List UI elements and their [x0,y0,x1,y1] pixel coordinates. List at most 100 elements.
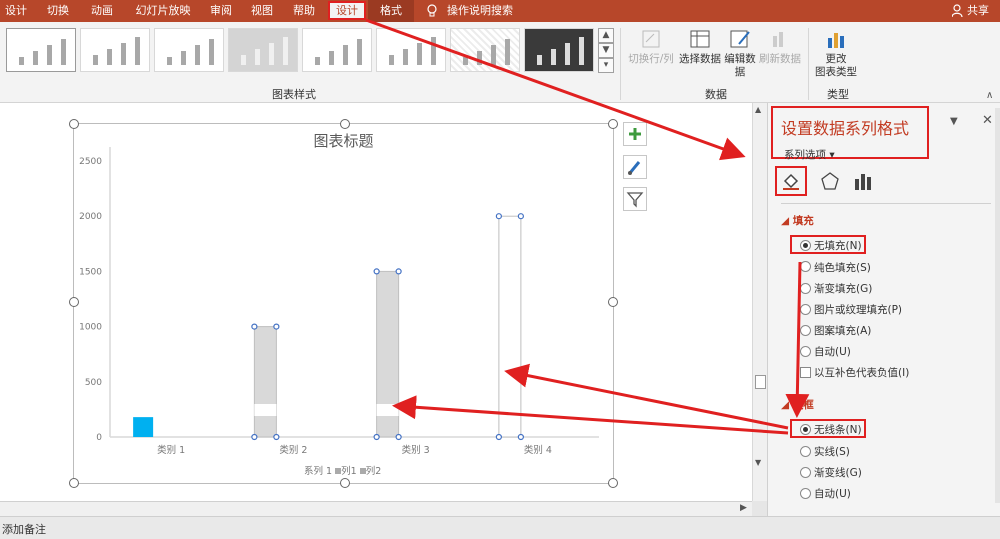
picture-fill-label: 图片或纹理填充(P) [814,304,903,316]
bar-gap-band [254,404,277,416]
tell-me-search[interactable]: 操作说明搜索 [447,0,513,22]
vertical-scrollbar[interactable]: ▲ ▼ [752,103,767,501]
close-icon[interactable]: ✕ [982,113,993,128]
resize-handle[interactable] [608,478,618,488]
gallery-up-icon[interactable]: ▲ [598,28,614,43]
tab-view[interactable]: 视图 [245,0,279,22]
y-tick-label: 1000 [79,323,102,333]
filter-icon [626,192,644,208]
solid-line-radio[interactable] [800,446,811,457]
share-button[interactable]: 共享 [967,0,989,22]
gradient-line-radio[interactable] [800,467,811,478]
scroll-right-icon[interactable]: ▶ [740,503,747,513]
user-icon [951,4,964,20]
gradient-fill-label: 渐变填充(G) [814,283,873,295]
tab-slideshow[interactable]: 幻灯片放映 [128,0,198,22]
effects-icon[interactable] [820,171,840,194]
data-group-label: 数据 [705,88,727,101]
chart-style-1[interactable] [6,28,76,72]
switch-row-col-button[interactable]: 切换行/列 [627,28,675,66]
scroll-thumb[interactable] [755,375,766,389]
resize-handle[interactable] [608,119,618,129]
tab-chart-design[interactable]: 设计 [328,1,366,20]
tab-design-slide[interactable]: 设计 [0,0,32,22]
chart-filters-button[interactable] [623,187,647,211]
chart-legend: 系列 1 列1 列2 [304,463,381,477]
resize-handle[interactable] [340,478,350,488]
tab-help[interactable]: 帮助 [287,0,321,22]
gradient-fill-radio[interactable] [800,283,811,294]
resize-handle[interactable] [608,297,618,307]
edit-data-button[interactable]: 编辑数据 [724,28,756,79]
brush-icon [628,161,641,175]
resize-handle[interactable] [69,478,79,488]
gradient-line-label: 渐变线(G) [814,467,862,479]
scroll-up-icon[interactable]: ▲ [755,105,761,114]
chart-style-6[interactable] [376,28,446,72]
tab-transitions[interactable]: 切换 [38,0,78,22]
bar-selection-handle [273,433,280,441]
chart-style-8[interactable] [524,28,594,72]
pane-options-icon[interactable]: ▼ [950,116,958,127]
chart-elements-button[interactable] [623,122,647,146]
x-category-label: 类别 4 [524,444,552,456]
x-category-label: 类别 1 [157,444,185,456]
pattern-fill-label: 图案填充(A) [814,325,872,337]
solid-fill-label: 纯色填充(S) [814,262,871,274]
resize-handle[interactable] [340,119,350,129]
type-group-label: 类型 [827,88,849,101]
series-options-dropdown[interactable]: 系列选项 ▾ [784,147,835,162]
no-fill-label: 无填充(N) [814,240,862,252]
auto-fill-radio[interactable] [800,346,811,357]
bar-chart: 0 500 1000 1500 2000 2500 类别 1 类别 2 类别 3 类别 4 [79,147,599,456]
horizontal-scrollbar[interactable]: ▶ [0,501,752,516]
change-chart-type-button[interactable]: 更改 图表类型 [813,28,859,79]
x-category-label: 类别 2 [279,444,307,456]
series-options-icon[interactable] [853,171,873,194]
picture-fill-radio[interactable] [800,304,811,315]
chart-styles-button[interactable] [623,155,647,179]
invert-negative-checkbox[interactable] [800,367,811,378]
border-section-header[interactable]: ◢ 边框 [781,397,814,412]
gallery-down-icon[interactable]: ▼ [598,43,614,58]
bar-selection-handle [373,433,380,441]
gallery-more-icon[interactable]: ▾ [598,58,614,73]
tab-review[interactable]: 审阅 [204,0,238,22]
chart-style-4[interactable] [228,28,298,72]
resize-handle[interactable] [69,119,79,129]
no-line-radio[interactable] [800,424,811,435]
fill-section-header[interactable]: ◢ 填充 [781,213,814,228]
tab-animations[interactable]: 动画 [82,0,122,22]
solid-fill-radio[interactable] [800,261,811,272]
notes-bar[interactable]: 添加备注 [0,516,1000,539]
chart-frame[interactable]: 图表标题 0 500 1000 1500 2000 2500 类别 1 类别 2 类别 3 类别… [73,123,614,484]
scroll-down-icon[interactable]: ▼ [755,458,761,467]
ribbon: ▲ ▼ ▾ 图表样式 切换行/列 选择数据 编辑数据 刷新数据 数据 更改 图表类… [0,22,1000,103]
bar-category-1 [133,417,154,437]
chart-style-5[interactable] [302,28,372,72]
refresh-data-button[interactable]: 刷新数据 [758,28,802,66]
chart-style-3[interactable] [154,28,224,72]
chart-style-7[interactable] [450,28,520,72]
invert-negative-label: 以互补色代表负值(I) [814,367,910,379]
resize-handle[interactable] [69,297,79,307]
chart-style-2[interactable] [80,28,150,72]
tab-format[interactable]: 格式 [368,0,414,22]
add-notes-label[interactable]: 添加备注 [2,521,46,537]
legend-item: 列2 [365,466,382,477]
chart-styles-group-label: 图表样式 [272,88,316,101]
fill-line-icon[interactable] [781,171,801,194]
auto-line-radio[interactable] [800,488,811,499]
y-tick-label: 1500 [79,267,102,277]
select-data-button[interactable]: 选择数据 [678,28,722,66]
pane-scrollbar[interactable] [995,108,1000,503]
select-data-icon [689,28,711,50]
bar-selection-handle [251,433,258,441]
format-data-series-pane: 设置数据系列格式 ▼ ✕ 系列选项 ▾ ◢ 填充 无填充(N) 纯色填充(S) … [767,103,1000,516]
no-fill-radio[interactable] [800,240,811,251]
legend-item: 系列 1 [304,466,333,477]
bar-selection-handle [273,323,280,330]
y-tick-label: 0 [96,433,102,443]
pattern-fill-radio[interactable] [800,325,811,336]
collapse-ribbon-icon[interactable]: ∧ [986,90,993,101]
